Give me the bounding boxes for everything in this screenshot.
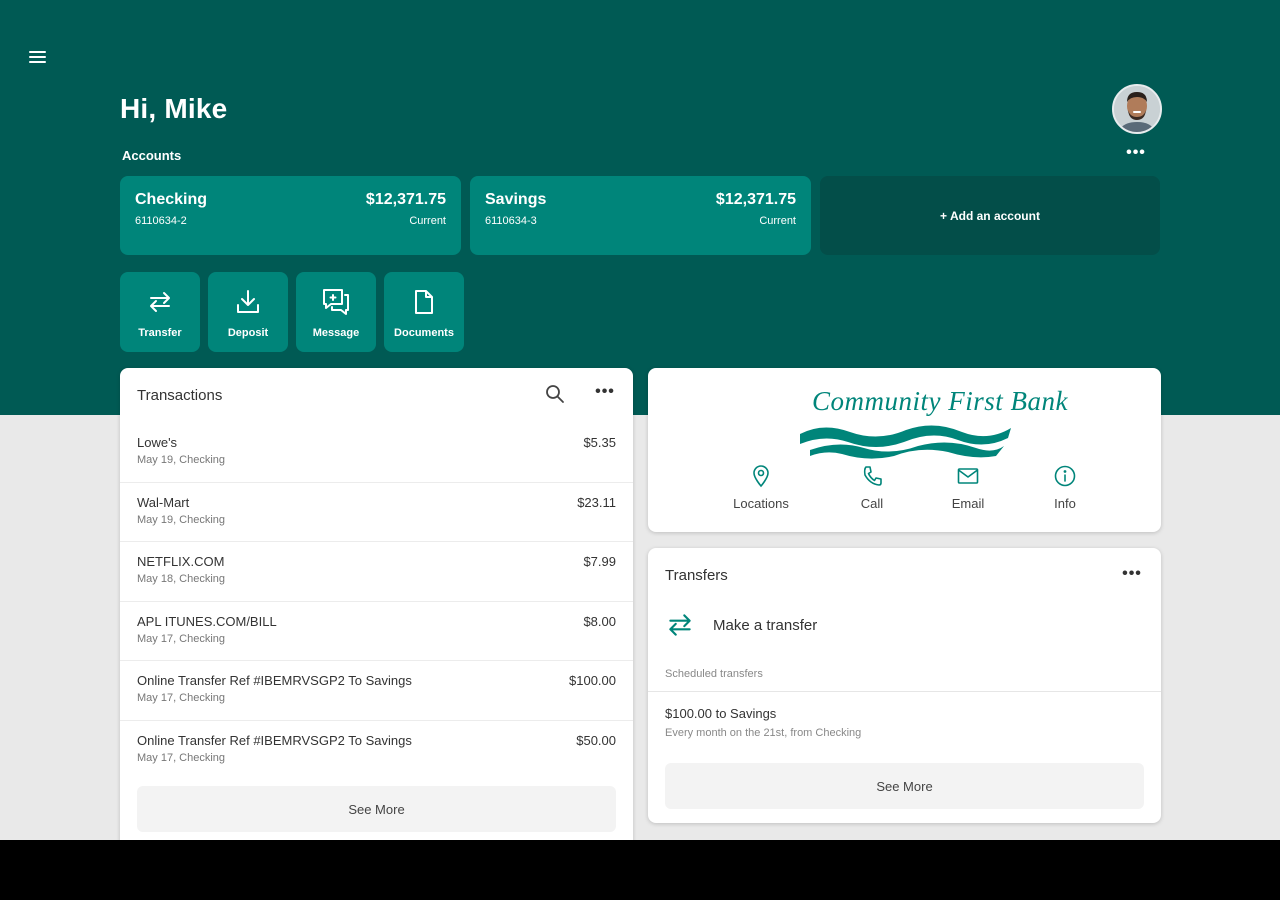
email-icon (957, 468, 979, 484)
info-icon (1054, 465, 1076, 487)
transactions-more-icon[interactable]: ••• (593, 383, 617, 403)
make-transfer-label: Make a transfer (713, 616, 818, 634)
transaction-date-account: May 17, Checking (137, 751, 226, 764)
account-card-checking[interactable]: Checking $12,371.75 6110634-2 Current (120, 176, 461, 255)
transaction-row[interactable]: Wal-Mart May 19, Checking $23.11 (120, 483, 633, 542)
bank-logo: Community First Bank (798, 386, 1067, 459)
transfers-see-more-button[interactable]: See More (665, 763, 1144, 809)
transactions-title: Transactions (137, 387, 223, 404)
action-label: Message (312, 327, 360, 339)
account-number: 6110634-2 (135, 215, 187, 227)
accounts-more-icon[interactable]: ••• (1122, 144, 1150, 164)
action-label: Transfer (138, 327, 182, 339)
transaction-date-account: May 18, Checking (137, 573, 226, 585)
message-action-button[interactable]: Message (296, 272, 376, 352)
transaction-name: Online Transfer Ref #IBEMRVSGP2 To Savin… (137, 673, 412, 688)
bank-logo-text: Community First Bank (812, 386, 1068, 416)
transaction-date-account: May 17, Checking (137, 632, 226, 645)
transfer-icon (669, 614, 691, 636)
bank-action-label: Info (1054, 496, 1076, 511)
make-transfer-button[interactable]: Make a transfer (665, 610, 817, 640)
search-icon[interactable] (544, 383, 568, 407)
transfer-action-button[interactable]: Transfer (120, 272, 200, 352)
bank-action-label: Locations (733, 496, 789, 511)
deposit-action-button[interactable]: Deposit (208, 272, 288, 352)
scheduled-transfer-title: $100.00 to Savings (665, 706, 777, 721)
transaction-date-account: May 19, Checking (137, 513, 226, 526)
add-account-button[interactable]: + Add an account (820, 176, 1160, 255)
action-label: Deposit (227, 327, 269, 339)
transactions-see-more-button[interactable]: See More (137, 786, 616, 832)
account-name: Checking (135, 191, 208, 208)
transaction-name: APL ITUNES.COM/BILL (137, 613, 277, 629)
transaction-row[interactable]: Lowe's May 19, Checking $5.35 (120, 423, 633, 483)
action-label: Documents (394, 327, 454, 339)
locations-button[interactable]: Locations (716, 464, 806, 511)
documents-action-button[interactable]: Documents (384, 272, 464, 352)
transfers-more-icon[interactable]: ••• (1120, 565, 1144, 585)
hamburger-menu-icon[interactable] (24, 44, 50, 70)
transaction-amount: $5.35 (583, 435, 616, 450)
deposit-icon (232, 286, 264, 318)
transaction-name: Online Transfer Ref #IBEMRVSGP2 To Savin… (137, 732, 412, 748)
info-button[interactable]: Info (1020, 464, 1110, 511)
account-number: 6110634-3 (485, 215, 537, 227)
account-balance: $12,371.75 (365, 191, 446, 208)
transfer-icon (144, 286, 176, 318)
transaction-date-account: May 17, Checking (137, 692, 226, 704)
document-icon (408, 286, 440, 318)
email-button[interactable]: Email (923, 464, 1013, 511)
scheduled-transfers-label: Scheduled transfers (665, 668, 763, 680)
transaction-name: NETFLIX.COM (137, 554, 225, 569)
transaction-row[interactable]: Online Transfer Ref #IBEMRVSGP2 To Savin… (120, 721, 633, 781)
transaction-amount: $7.99 (583, 554, 616, 569)
user-avatar[interactable] (1112, 84, 1162, 134)
location-pin-icon (753, 465, 769, 488)
phone-icon (863, 466, 882, 486)
transaction-amount: $23.11 (577, 494, 616, 510)
call-button[interactable]: Call (827, 464, 917, 511)
scheduled-transfer-detail: Every month on the 21st, from Checking (665, 727, 862, 739)
transaction-row[interactable]: Online Transfer Ref #IBEMRVSGP2 To Savin… (120, 661, 633, 721)
bank-action-label: Email (951, 496, 985, 511)
transaction-name: Lowe's (137, 435, 178, 450)
account-card-savings[interactable]: Savings $12,371.75 6110634-3 Current (470, 176, 811, 255)
transaction-amount: $8.00 (583, 613, 616, 629)
transaction-row[interactable]: APL ITUNES.COM/BILL May 17, Checking $8.… (120, 602, 633, 661)
accounts-section-label: Accounts (122, 148, 182, 163)
app-screen: Hi, Mike Accounts ••• Checking $12,371.7… (0, 0, 1280, 840)
account-name: Savings (485, 191, 547, 208)
scheduled-transfer-item[interactable]: $100.00 to Savings Every month on the 21… (665, 706, 861, 739)
account-status: Current (409, 215, 446, 227)
transaction-amount: $50.00 (576, 732, 616, 748)
account-balance: $12,371.75 (715, 191, 796, 208)
greeting-title: Hi, Mike (120, 93, 228, 124)
bank-action-label: Call (860, 496, 884, 511)
transactions-list: Lowe's May 19, Checking $5.35 Wal-Mart M… (120, 423, 633, 780)
message-icon (320, 286, 352, 318)
transactions-card: Transactions ••• Lowe's May 19, Checking… (120, 368, 633, 840)
transfers-card: Transfers ••• Make a transfer Scheduled … (648, 548, 1161, 823)
divider (648, 691, 1161, 692)
transaction-name: Wal-Mart (137, 494, 190, 510)
bank-info-card: Community First Bank Locations Call Emai… (648, 368, 1161, 532)
transaction-amount: $100.00 (569, 673, 616, 688)
account-status: Current (759, 215, 796, 227)
transaction-row[interactable]: NETFLIX.COM May 18, Checking $7.99 (120, 542, 633, 602)
transfers-title: Transfers (665, 567, 728, 584)
transaction-date-account: May 19, Checking (137, 454, 226, 466)
